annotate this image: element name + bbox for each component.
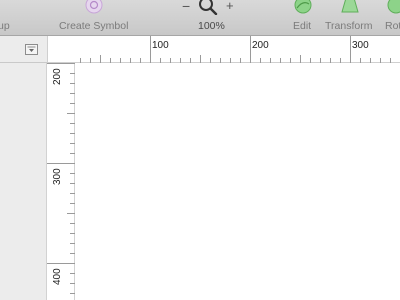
- zoom-value: 100%: [198, 20, 225, 32]
- toolbar: up Create Symbol − + 100% Edit Transform: [0, 0, 400, 36]
- sidebar-header: [0, 36, 47, 63]
- transform-icon: [341, 0, 359, 13]
- rotate-label: Rot: [385, 20, 400, 32]
- ruler-corner: [47, 36, 75, 63]
- h-ruler-label-300: 300: [352, 40, 369, 51]
- v-ruler-label-400: 400: [52, 268, 63, 285]
- vertical-ruler[interactable]: 200 300 400: [47, 63, 75, 300]
- edit-icon: [294, 0, 312, 14]
- rotate-button[interactable]: Rot: [382, 0, 400, 36]
- v-ruler-label-300: 300: [52, 168, 63, 185]
- zoom-control: − + 100%: [180, 0, 240, 36]
- group-button[interactable]: up: [0, 0, 20, 36]
- v-ruler-label-200: 200: [52, 68, 63, 85]
- layers-sidebar[interactable]: [0, 63, 47, 300]
- zoom-in-button[interactable]: +: [226, 0, 234, 13]
- rotate-icon: [387, 0, 400, 14]
- create-symbol-label: Create Symbol: [59, 20, 129, 32]
- dropdown-menu-icon[interactable]: [25, 44, 38, 55]
- transform-label: Transform: [325, 20, 373, 32]
- h-ruler-label-100: 100: [152, 40, 169, 51]
- magnifier-icon[interactable]: [198, 0, 218, 15]
- create-symbol-icon: [85, 0, 103, 14]
- h-ruler-label-200: 200: [252, 40, 269, 51]
- edit-label: Edit: [293, 20, 312, 32]
- horizontal-ruler[interactable]: 100 200 300: [75, 36, 400, 63]
- transform-button[interactable]: Transform: [322, 0, 380, 36]
- drawing-canvas[interactable]: [75, 63, 400, 300]
- edit-button[interactable]: Edit: [288, 0, 318, 36]
- group-label: up: [0, 20, 10, 32]
- create-symbol-button[interactable]: Create Symbol: [56, 0, 134, 36]
- zoom-out-button[interactable]: −: [182, 0, 190, 14]
